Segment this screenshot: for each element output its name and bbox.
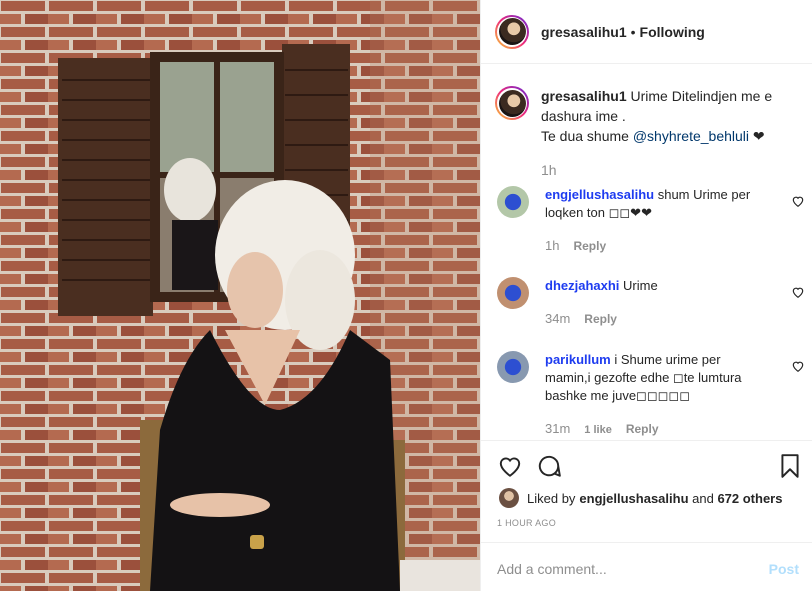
likes-summary: Liked by engjellushasalihu and 672 other… — [499, 488, 782, 508]
commenter-username[interactable]: parikullum — [545, 352, 611, 367]
comment-meta: 1h Reply — [545, 238, 606, 253]
separator-dot: • — [630, 23, 636, 40]
comment-meta: 34m Reply — [545, 311, 617, 326]
comment-time[interactable]: 1h — [545, 238, 559, 253]
following-button[interactable]: Following — [640, 24, 705, 40]
caption-text-2: Te dua shume — [541, 128, 633, 144]
author-avatar[interactable] — [495, 14, 529, 49]
post-header: gresasalihu1 • Following — [481, 0, 812, 64]
caption-mention[interactable]: @shyhrete_behluli — [633, 128, 749, 144]
author-username[interactable]: gresasalihu1 — [541, 24, 627, 40]
post-comment-button[interactable]: Post — [769, 561, 799, 577]
commenter-username[interactable]: engjellushasalihu — [545, 187, 654, 202]
comment-likes[interactable]: 1 like — [584, 424, 612, 436]
reply-button[interactable]: Reply — [584, 312, 617, 326]
comment-bubble-icon[interactable] — [536, 453, 562, 479]
add-comment-bar: Add a comment... Post — [481, 542, 812, 592]
post-photo[interactable] — [0, 0, 480, 591]
comment-text: Urime — [623, 278, 658, 293]
like-heart-icon[interactable] — [497, 453, 523, 479]
commenter-avatar[interactable] — [497, 186, 529, 218]
caption-avatar[interactable] — [495, 86, 529, 120]
likes-prefix: Liked by — [527, 490, 576, 506]
comment-time[interactable]: 34m — [545, 311, 570, 326]
commenter-username[interactable]: dhezjahaxhi — [545, 278, 619, 293]
reply-button[interactable]: Reply — [573, 239, 606, 253]
caption-time[interactable]: 1h — [541, 160, 795, 180]
liker-username[interactable]: engjellushasalihu — [579, 491, 688, 506]
photo-scene — [0, 0, 480, 591]
caption-username[interactable]: gresasalihu1 — [541, 88, 627, 104]
heart-emoji: ❤ — [752, 128, 765, 144]
post-timestamp[interactable]: 1 HOUR AGO — [497, 518, 556, 528]
comment-time[interactable]: 31m — [545, 421, 570, 436]
like-comment-heart-icon[interactable] — [791, 359, 805, 373]
liker-avatar[interactable] — [499, 488, 519, 508]
reply-button[interactable]: Reply — [626, 422, 659, 436]
commenter-avatar[interactable] — [497, 351, 529, 383]
post-panel: gresasalihu1 • Following gresasalihu1 Ur… — [480, 0, 812, 591]
bookmark-icon[interactable] — [777, 453, 803, 479]
comment-meta: 31m 1 like Reply — [545, 421, 659, 436]
like-comment-heart-icon[interactable] — [791, 194, 805, 208]
caption: gresasalihu1 Urime Ditelindjen me e dash… — [495, 86, 795, 180]
add-comment-input[interactable]: Add a comment... — [497, 561, 607, 577]
likes-others[interactable]: 672 others — [717, 491, 782, 506]
likes-and: and — [688, 490, 718, 506]
commenter-avatar[interactable] — [497, 277, 529, 309]
like-comment-heart-icon[interactable] — [791, 285, 805, 299]
